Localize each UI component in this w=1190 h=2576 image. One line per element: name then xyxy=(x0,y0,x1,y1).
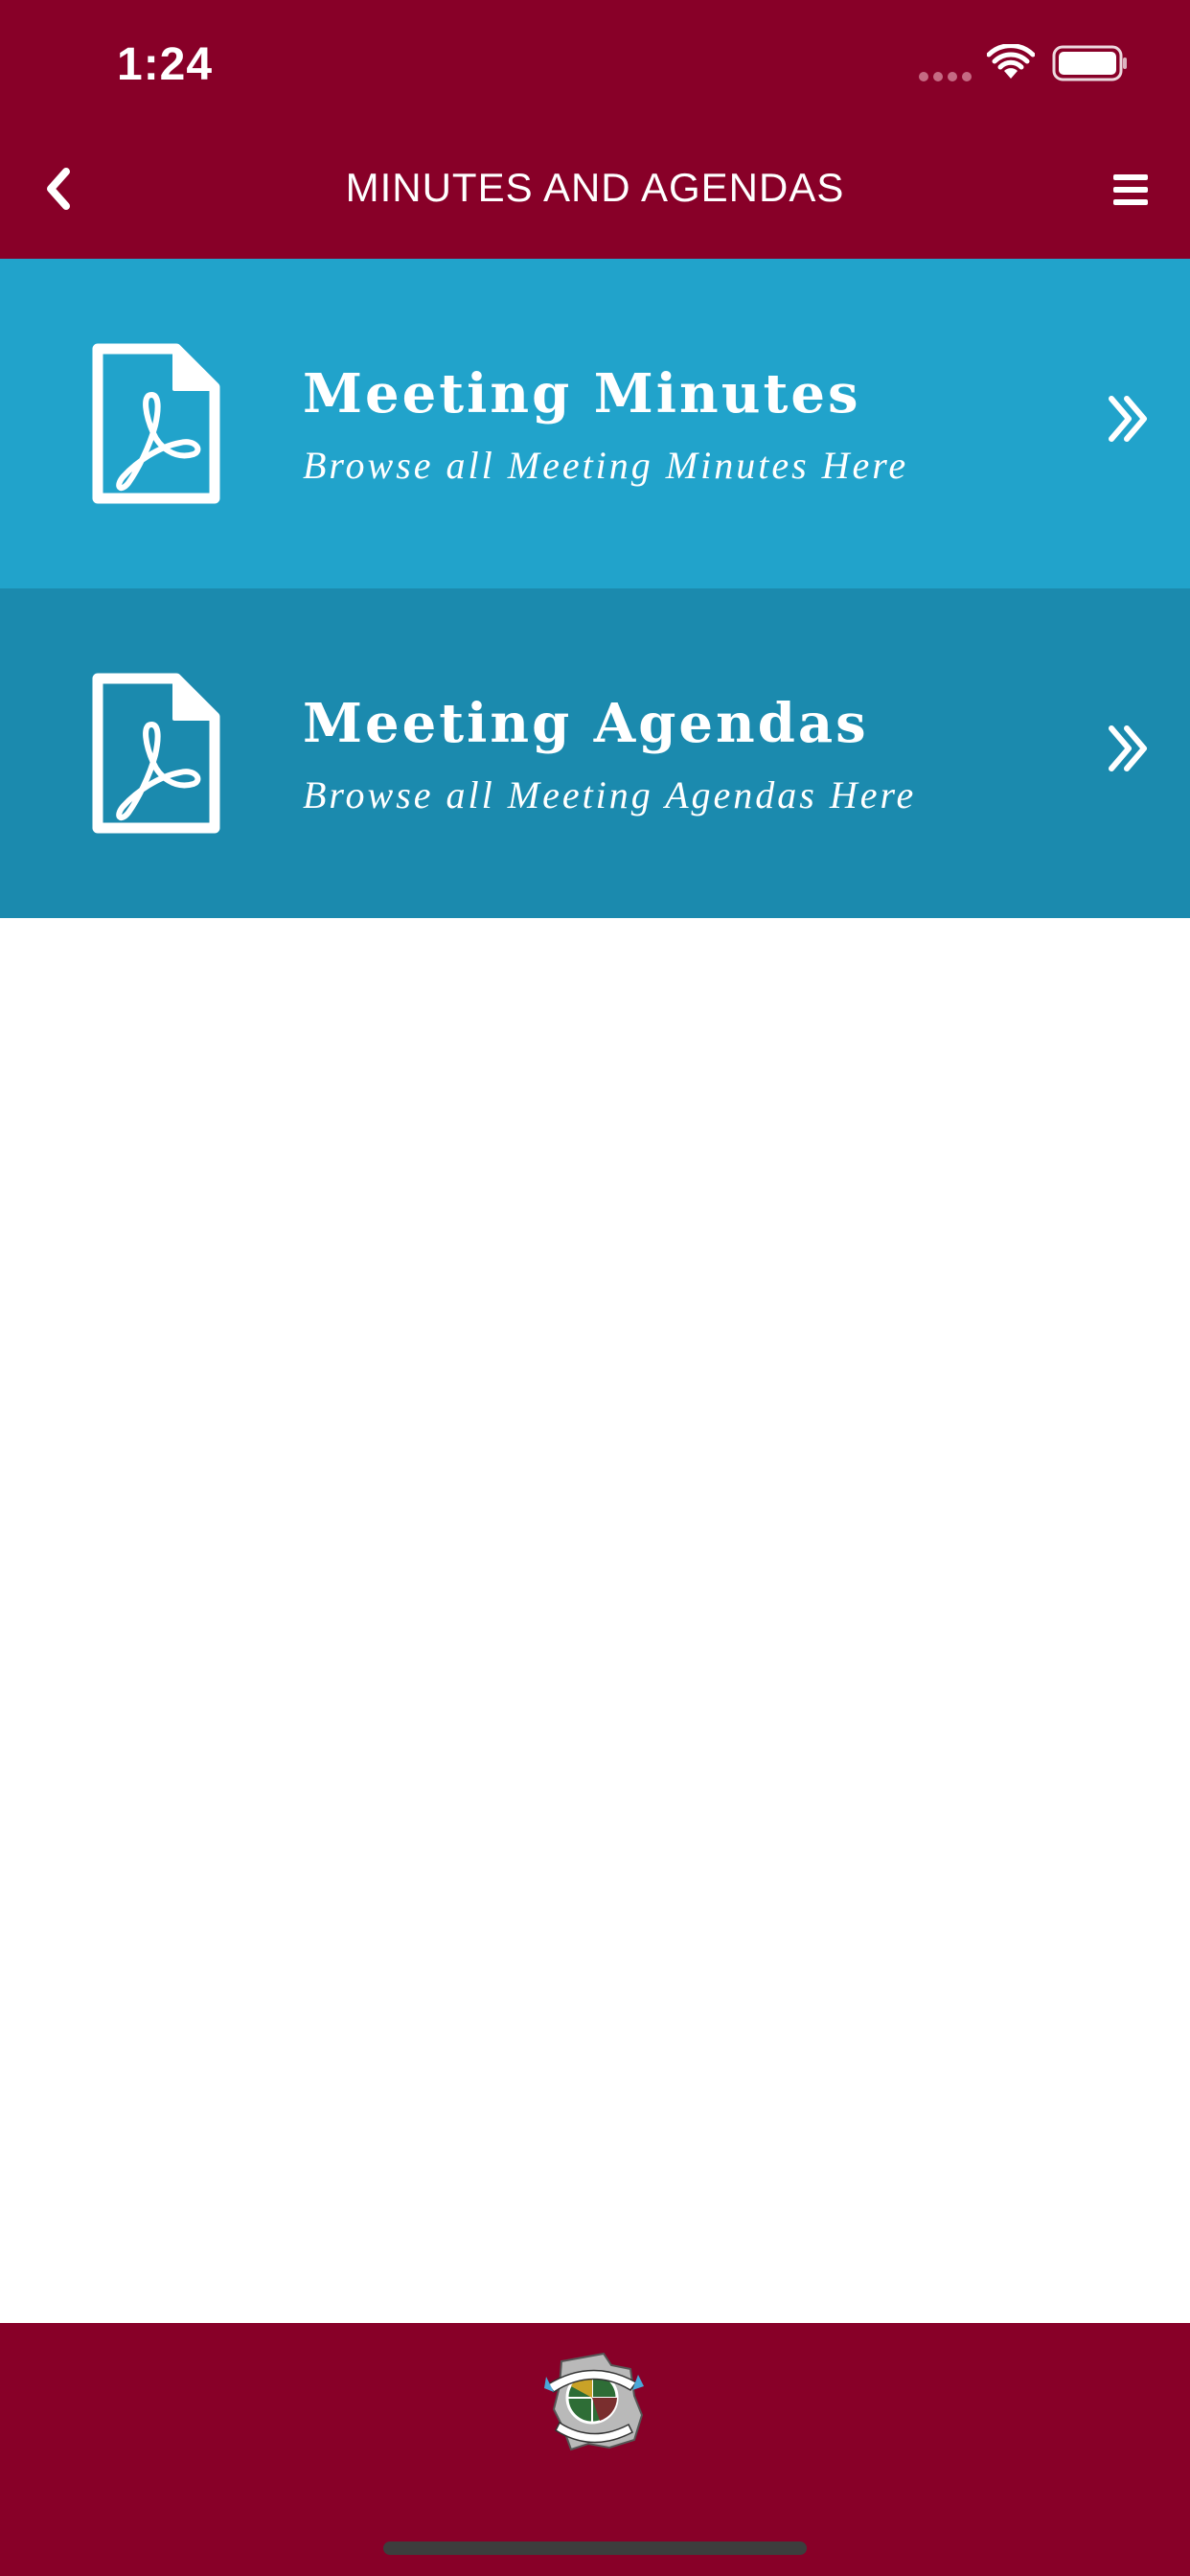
app-screen: 1:24 MINUTES AND AGENDAS Meeting Minutes… xyxy=(0,0,1190,2576)
row-title: Meeting Minutes xyxy=(303,362,861,426)
double-chevron-right-icon xyxy=(1109,725,1147,771)
pdf-file-icon xyxy=(92,673,220,834)
pdf-file-icon xyxy=(92,343,220,504)
status-time: 1:24 xyxy=(117,39,214,90)
back-button[interactable] xyxy=(36,165,79,213)
row-title: Meeting Agendas xyxy=(303,692,869,755)
row-subtitle: Browse all Meeting Minutes Here xyxy=(303,444,909,487)
hamburger-menu-icon[interactable] xyxy=(1110,171,1152,209)
double-chevron-right-icon xyxy=(1109,396,1147,442)
cellular-signal-icon xyxy=(919,72,972,81)
row-subtitle: Browse all Meeting Agendas Here xyxy=(303,773,917,816)
meeting-minutes-row[interactable]: Meeting Minutes Browse all Meeting Minut… xyxy=(0,259,1190,588)
home-indicator[interactable] xyxy=(383,2542,807,2555)
wifi-icon xyxy=(987,44,1035,79)
battery-icon xyxy=(1052,45,1127,81)
chevron-left-icon xyxy=(47,168,70,210)
top-bar: 1:24 MINUTES AND AGENDAS xyxy=(0,0,1190,259)
footer-bar xyxy=(0,2323,1190,2576)
page-title: MINUTES AND AGENDAS xyxy=(345,165,845,210)
county-seal-logo xyxy=(544,2352,644,2451)
meeting-agendas-row[interactable]: Meeting Agendas Browse all Meeting Agend… xyxy=(0,588,1190,918)
